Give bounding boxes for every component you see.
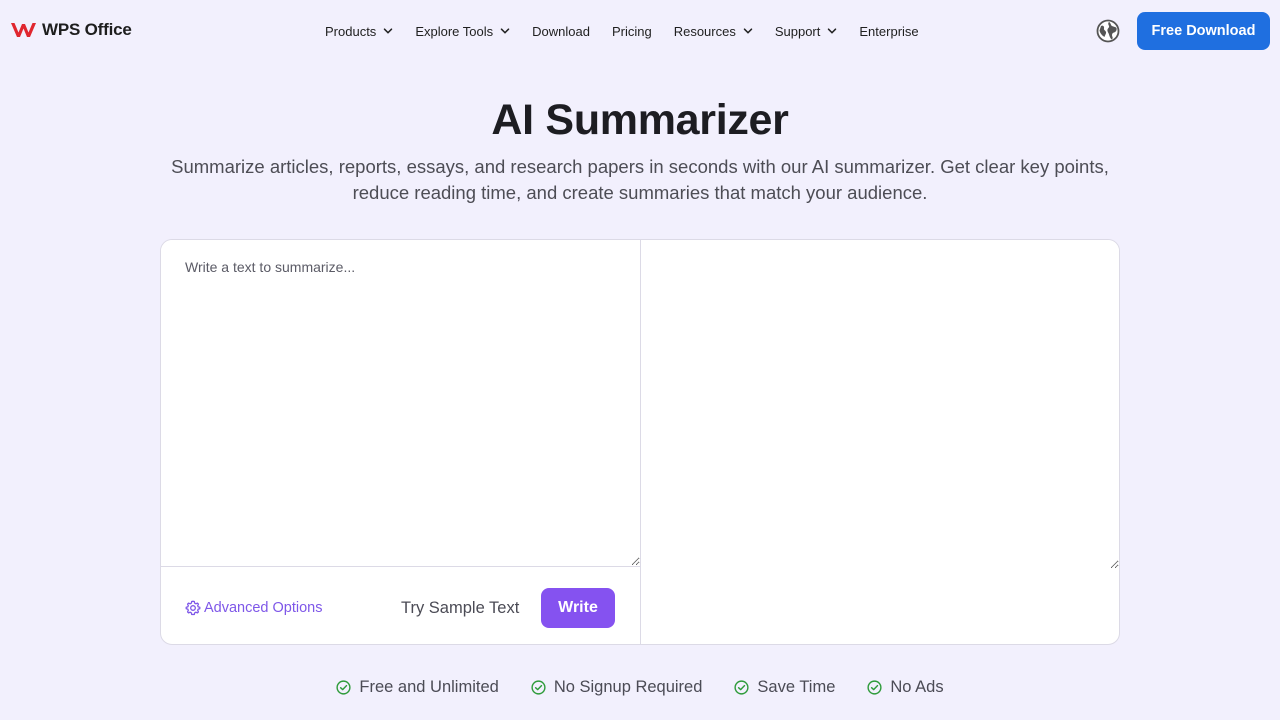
logo-text: WPS Office xyxy=(42,20,132,39)
site-header: WPS Office Products Explore Tools Downlo… xyxy=(0,0,1280,62)
chevron-down-icon xyxy=(500,28,510,34)
feature-label: No Signup Required xyxy=(553,678,703,696)
nav-download[interactable]: Download xyxy=(532,24,590,39)
nav-label: Download xyxy=(532,23,590,39)
free-download-button[interactable]: Free Download xyxy=(1137,12,1270,50)
nav-enterprise[interactable]: Enterprise xyxy=(859,24,918,39)
check-circle-icon xyxy=(336,680,351,695)
chevron-down-icon xyxy=(384,28,393,34)
nav-label: Pricing xyxy=(611,23,652,39)
nav-products[interactable]: Products xyxy=(325,24,393,39)
page-title: AI Summarizer xyxy=(491,96,789,144)
try-sample-text-button[interactable]: Try Sample Text xyxy=(401,599,519,618)
nav-label: Support xyxy=(774,23,821,39)
nav-label: Resources xyxy=(673,23,736,39)
gear-icon xyxy=(185,600,201,616)
check-circle-icon xyxy=(867,680,882,695)
chevron-down-icon xyxy=(828,28,837,34)
nav-label: Explore Tools xyxy=(415,23,494,39)
advanced-options-button[interactable]: Advanced Options xyxy=(185,600,323,616)
summarize-input[interactable] xyxy=(161,240,640,567)
globe-icon[interactable] xyxy=(1096,19,1120,43)
feature-label: No Ads xyxy=(890,678,944,696)
feature-item: Free and Unlimited xyxy=(336,678,499,697)
nav-support[interactable]: Support xyxy=(775,24,838,39)
summarizer-card: Advanced Options Try Sample Text Write xyxy=(160,239,1120,645)
nav-label: Enterprise xyxy=(859,23,919,39)
feature-item: Save Time xyxy=(734,678,835,697)
wps-logo-icon xyxy=(11,23,36,37)
page-subtitle: Summarize articles, reports, essays, and… xyxy=(171,156,1109,203)
nav-pricing[interactable]: Pricing xyxy=(612,24,652,39)
check-circle-icon xyxy=(531,680,546,695)
main-nav: Products Explore Tools Download Pricing … xyxy=(325,21,941,41)
chevron-down-icon xyxy=(743,28,753,34)
feature-item: No Ads xyxy=(867,678,944,697)
summary-output[interactable] xyxy=(641,240,1119,569)
advanced-options-label: Advanced Options xyxy=(204,600,323,616)
check-circle-icon xyxy=(734,680,750,695)
feature-item: No Signup Required xyxy=(531,678,703,697)
nav-explore-tools[interactable]: Explore Tools xyxy=(415,24,510,39)
nav-label: Products xyxy=(325,23,377,39)
nav-resources[interactable]: Resources xyxy=(674,24,753,39)
feature-label: Save Time xyxy=(757,678,836,696)
feature-list: Free and Unlimited No Signup Required Sa… xyxy=(0,678,1280,697)
wps-logo[interactable]: WPS Office xyxy=(10,20,132,40)
write-button[interactable]: Write xyxy=(541,588,615,628)
feature-label: Free and Unlimited xyxy=(359,678,499,696)
input-pane: Advanced Options Try Sample Text Write xyxy=(161,240,641,644)
